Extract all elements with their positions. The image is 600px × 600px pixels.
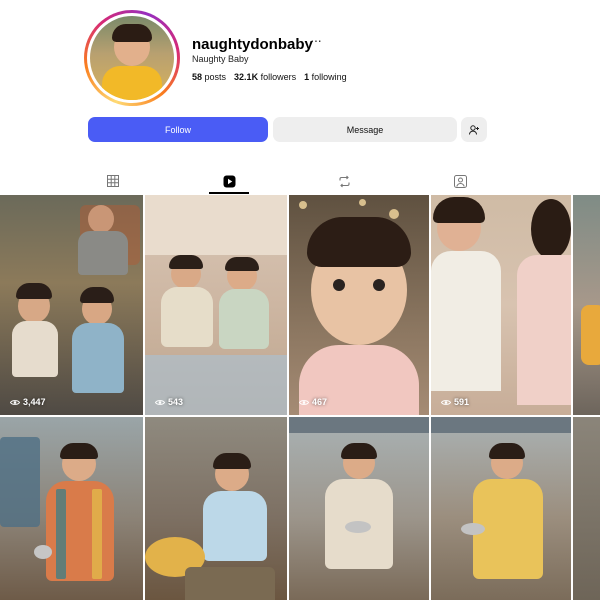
post-thumbnail[interactable] [573, 417, 600, 600]
more-options-icon[interactable]: ··· [310, 32, 322, 48]
profile-stats: 58 posts 32.1K followers 1 following [192, 72, 347, 82]
follow-button[interactable]: Follow [88, 117, 268, 142]
message-button[interactable]: Message [273, 117, 457, 142]
eye-icon [155, 399, 165, 405]
followers-stat[interactable]: 32.1K followers [234, 72, 296, 82]
view-count: 543 [155, 397, 183, 407]
profile-full-name: Naughty Baby [192, 54, 249, 64]
post-thumbnail[interactable]: 591 [431, 195, 571, 415]
avatar-border [87, 13, 177, 103]
grid-icon [107, 175, 119, 187]
post-thumbnail[interactable] [431, 417, 571, 600]
suggest-user-button[interactable] [461, 117, 487, 142]
profile-username: naughtydonbaby [192, 36, 313, 53]
profile-tabs [0, 168, 600, 194]
add-user-icon [469, 124, 479, 135]
eye-icon [10, 399, 20, 405]
posts-stat[interactable]: 58 posts [192, 72, 226, 82]
tagged-icon [453, 174, 467, 188]
posts-grid: 3,447 543 467 591 [0, 195, 600, 600]
eye-icon [299, 399, 309, 405]
view-count: 467 [299, 397, 327, 407]
view-count: 3,447 [10, 397, 46, 407]
profile-avatar-ring[interactable] [84, 10, 180, 106]
post-thumbnail[interactable]: 467 [289, 195, 429, 415]
reels-icon [223, 175, 235, 187]
post-thumbnail[interactable] [573, 195, 600, 415]
following-stat[interactable]: 1 following [304, 72, 347, 82]
tab-reposts[interactable] [324, 168, 364, 194]
post-thumbnail[interactable]: 3,447 [0, 195, 143, 415]
tab-grid[interactable] [93, 168, 133, 194]
avatar-shirt [102, 66, 162, 100]
post-thumbnail[interactable]: 543 [145, 195, 287, 415]
post-thumbnail[interactable] [145, 417, 287, 600]
post-thumbnail[interactable] [289, 417, 429, 600]
view-count: 591 [441, 397, 469, 407]
tab-tagged[interactable] [440, 168, 480, 194]
avatar-hair [112, 24, 152, 42]
avatar [90, 16, 174, 100]
repost-icon [338, 175, 350, 187]
tab-reels[interactable] [209, 168, 249, 194]
eye-icon [441, 399, 451, 405]
post-thumbnail[interactable] [0, 417, 143, 600]
